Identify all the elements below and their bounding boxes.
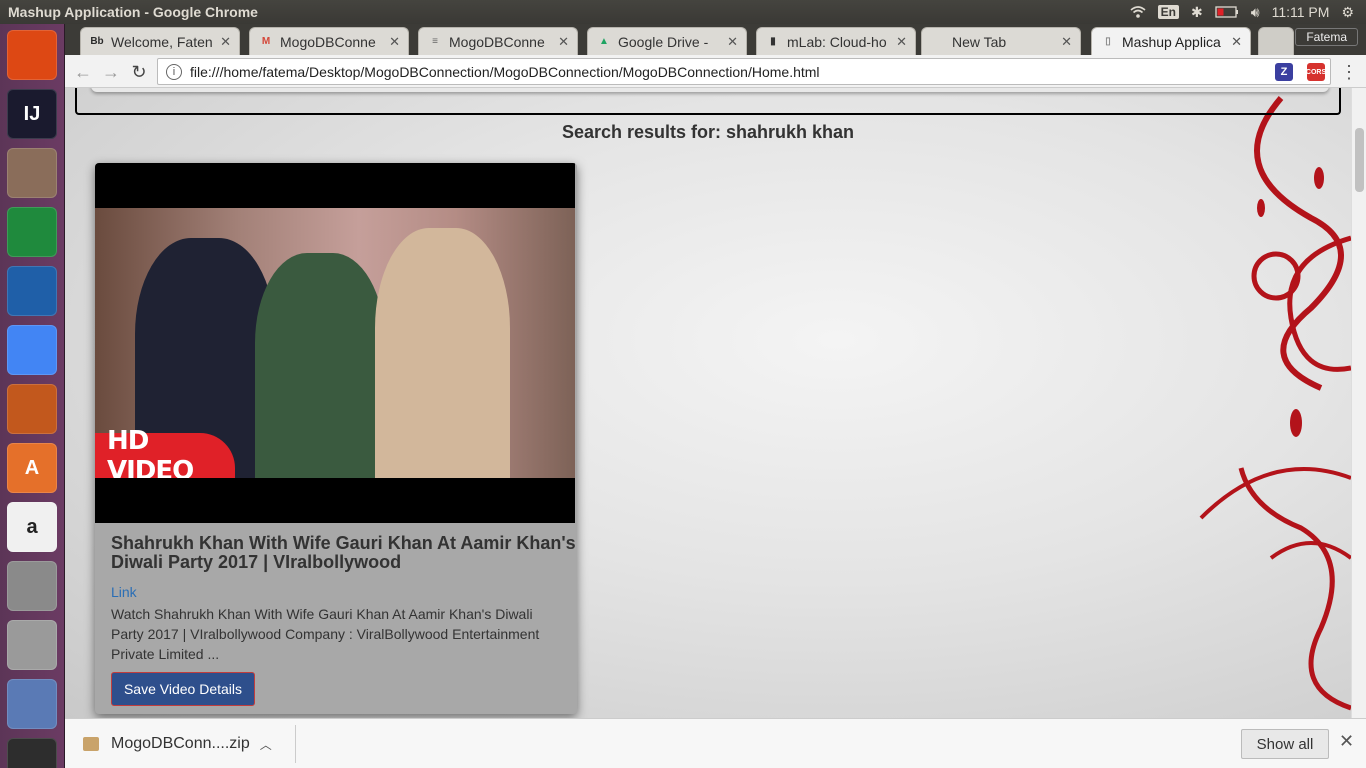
tab-close-icon[interactable]: ✕ (896, 34, 907, 50)
impress-launcher-icon[interactable] (7, 384, 57, 434)
bluetooth-icon[interactable]: ✱ (1191, 4, 1203, 21)
window-title: Mashup Application - Google Chrome (8, 4, 258, 20)
tab-label: mLab: Cloud-ho (787, 33, 887, 50)
zotero-extension-icon[interactable]: Z (1275, 63, 1293, 81)
ubuntu-dash-launcher-icon[interactable] (7, 30, 57, 80)
tab-favicon-icon: ▮ (770, 36, 776, 47)
download-filename[interactable]: MogoDBConn....zip (111, 735, 250, 753)
browser-window: Bb Welcome, Faten ✕ M MogoDBConne ✕ ≡ MogoDBCon… (65, 24, 1366, 768)
download-shelf: MogoDBConn....zip ︿ Show all ✕ (65, 718, 1366, 768)
system-top-bar: Mashup Application - Google Chrome En ✱ … (0, 0, 1366, 24)
amazon-launcher-icon[interactable]: a (7, 502, 57, 552)
tab-favicon-icon: ▲ (599, 36, 609, 47)
scanner-launcher-icon[interactable] (7, 679, 57, 729)
intellij-launcher-icon[interactable]: IJ (7, 89, 57, 139)
person-figure (255, 253, 385, 478)
address-url[interactable]: file:///home/fatema/Desktop/MogoDBConnec… (190, 64, 1308, 80)
tab-favicon-icon: Bb (90, 36, 104, 47)
page-scrollbar[interactable] (1351, 88, 1366, 718)
browser-tab[interactable]: Bb Welcome, Faten ✕ (80, 27, 240, 55)
browser-tab[interactable]: ▮ mLab: Cloud-ho ✕ (756, 27, 916, 55)
clock[interactable]: 11:11 PM (1272, 4, 1330, 20)
show-all-downloads-button[interactable]: Show all (1241, 729, 1329, 759)
browser-tab[interactable]: New Tab ✕ (921, 27, 1081, 55)
tab-close-icon[interactable]: ✕ (389, 34, 400, 50)
tab-label: Mashup Applica (1122, 33, 1221, 50)
menu-icon[interactable]: ⋮ (1337, 60, 1361, 84)
system-tray: En ✱ 🔊︎ 11:11 PM ⚙ (1130, 0, 1366, 24)
chevron-up-icon[interactable]: ︿ (260, 736, 272, 753)
calc-launcher-icon[interactable] (7, 207, 57, 257)
thumbnail-image: HD VIDEO (95, 208, 575, 478)
profile-button[interactable]: Fatema (1295, 28, 1358, 46)
page-info-icon[interactable]: i (166, 63, 182, 80)
battery-icon[interactable] (1215, 6, 1239, 18)
writer-launcher-icon[interactable] (7, 266, 57, 316)
search-panel-frame (75, 88, 1341, 115)
launcher: IJ Aa (0, 24, 65, 768)
tab-close-icon[interactable]: ✕ (1061, 34, 1072, 50)
forward-arrow-icon[interactable]: → (99, 60, 123, 84)
address-bar[interactable]: i file:///home/fatema/Desktop/MogoDBConn… (157, 58, 1331, 85)
browser-toolbar: ← → ↻ i file:///home/fatema/Desktop/Mogo… (65, 55, 1366, 88)
tab-label: MogoDBConne (449, 33, 545, 50)
files-launcher-icon[interactable] (7, 148, 57, 198)
browser-tab[interactable]: M MogoDBConne ✕ (249, 27, 409, 55)
video-card: HD VIDEO Shahrukh Khan With Wife Gauri K… (95, 163, 577, 714)
tab-strip: Bb Welcome, Faten ✕ M MogoDBConne ✕ ≡ MogoDBCon… (65, 24, 1366, 55)
tab-favicon-icon: ≡ (432, 36, 438, 47)
tab-favicon-icon: ▯ (1105, 36, 1111, 47)
chrome-launcher-icon[interactable] (7, 325, 57, 375)
tab-favicon-icon (930, 34, 946, 50)
tab-label: MogoDBConne (280, 33, 376, 50)
gear-icon[interactable]: ⚙ (1341, 4, 1354, 21)
video-thumbnail[interactable]: HD VIDEO (95, 163, 575, 523)
results-heading: Search results for: shahrukh khan (561, 122, 855, 142)
browser-tab[interactable]: ▯ Mashup Applica ✕ (1091, 27, 1251, 55)
tab-close-icon[interactable]: ✕ (558, 34, 569, 50)
back-arrow-icon[interactable]: ← (71, 60, 95, 84)
divider (295, 725, 296, 763)
archive-file-icon (83, 737, 99, 751)
video-link[interactable]: Link (111, 584, 137, 600)
tab-label: Welcome, Faten (111, 33, 213, 50)
save-video-details-button[interactable]: Save Video Details (111, 672, 255, 706)
hd-video-badge: HD VIDEO (95, 426, 235, 478)
tab-label: Google Drive - (618, 33, 709, 50)
browser-tab[interactable]: ≡ MogoDBConne ✕ (418, 27, 578, 55)
software-center-launcher-icon[interactable]: A (7, 443, 57, 493)
browser-tab[interactable]: ▲ Google Drive - ✕ (587, 27, 747, 55)
video-title: Shahrukh Khan With Wife Gauri Khan At Aa… (111, 533, 576, 572)
wifi-icon[interactable] (1130, 5, 1146, 19)
person-figure (375, 228, 510, 478)
tab-close-icon[interactable]: ✕ (1231, 34, 1242, 50)
disk-launcher-icon[interactable] (7, 620, 57, 670)
cors-extension-icon[interactable]: CORS (1306, 63, 1326, 81)
close-icon[interactable]: ✕ (1339, 731, 1354, 752)
volume-icon[interactable]: 🔊︎ (1251, 4, 1260, 21)
keyboard-language-indicator[interactable]: En (1157, 5, 1180, 19)
page-viewport: Search results for: shahrukh khan HD VID… (65, 88, 1351, 718)
download-item[interactable]: MogoDBConn....zip ︿ (83, 731, 272, 757)
tab-close-icon[interactable]: ✕ (220, 34, 231, 50)
tab-favicon-icon: M (261, 36, 271, 47)
scrollbar-thumb[interactable] (1355, 128, 1364, 192)
video-description: Watch Shahrukh Khan With Wife Gauri Khan… (111, 606, 540, 662)
terminal-launcher-icon[interactable] (7, 738, 57, 768)
floral-decoration (1199, 96, 1351, 711)
tab-label: New Tab (952, 33, 1007, 50)
tab-close-icon[interactable]: ✕ (727, 34, 738, 50)
new-tab-button[interactable] (1258, 27, 1294, 55)
settings-launcher-icon[interactable] (7, 561, 57, 611)
reload-icon[interactable]: ↻ (127, 60, 151, 84)
search-panel (91, 88, 1329, 92)
